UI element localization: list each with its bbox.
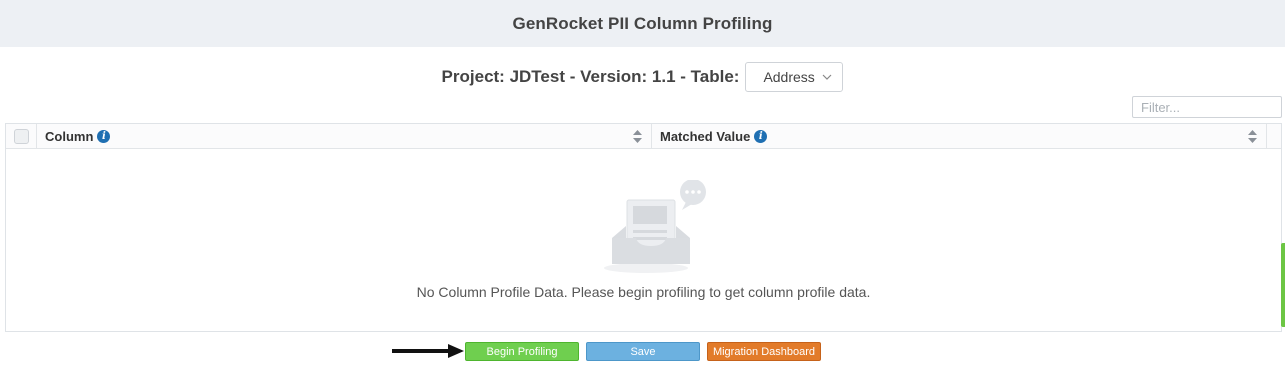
empty-inbox-icon (604, 180, 706, 273)
migration-dashboard-button[interactable]: Migration Dashboard (707, 342, 821, 361)
info-icon[interactable]: i (754, 129, 768, 143)
save-button[interactable]: Save (586, 342, 700, 361)
chevron-down-icon (823, 74, 832, 80)
begin-profiling-button[interactable]: Begin Profiling (465, 342, 579, 361)
page-header: GenRocket PII Column Profiling (0, 0, 1285, 47)
action-buttons: Begin Profiling Save Migration Dashboard (0, 342, 1285, 362)
select-all-checkbox[interactable] (13, 128, 29, 144)
grid-header: Column i Matched Value i (6, 123, 1281, 149)
matched-value-header-label: Matched Value (660, 128, 751, 144)
page-title: GenRocket PII Column Profiling (512, 13, 773, 33)
column-header-label: Column (45, 128, 94, 144)
project-label: Project: JDTest - Version: 1.1 - Table: (441, 67, 740, 86)
filter-input[interactable] (1132, 96, 1282, 118)
column-header-matched-value[interactable]: Matched Value i (652, 123, 1267, 149)
select-all-cell (6, 123, 37, 149)
sort-icon[interactable] (633, 129, 642, 143)
info-icon[interactable]: i (97, 129, 111, 143)
column-header-column[interactable]: Column i (37, 123, 652, 149)
profile-grid: Column i Matched Value i No Column Profi… (5, 123, 1282, 332)
table-select-value: Address (763, 69, 815, 85)
table-select[interactable]: Address (745, 62, 844, 92)
side-tab[interactable] (1281, 243, 1285, 327)
empty-message: No Column Profile Data. Please begin pro… (416, 284, 871, 300)
project-info: Project: JDTest - Version: 1.1 - Table: … (0, 62, 1285, 92)
sort-icon[interactable] (1248, 129, 1257, 143)
